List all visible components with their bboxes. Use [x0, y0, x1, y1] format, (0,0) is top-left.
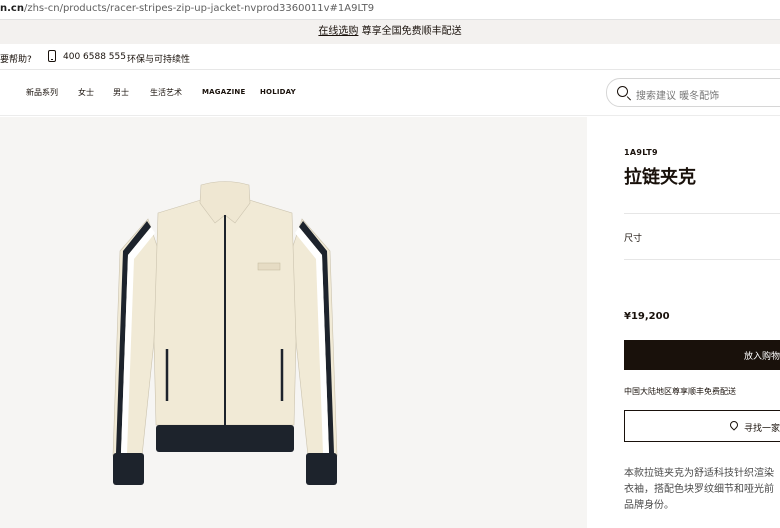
find-store-button[interactable]: 寻找一家 [624, 410, 780, 442]
nav-men[interactable]: 男士 [113, 87, 129, 98]
shipping-note: 中国大陆地区尊享顺丰免费配送 [624, 387, 736, 396]
promo-shop-online-link[interactable]: 在线选购 [318, 26, 358, 37]
size-selector[interactable]: 尺寸 [624, 231, 642, 244]
phone-number[interactable]: 400 6588 555 [63, 52, 126, 62]
description-line: 本款拉链夹克为舒适科技针织渲染 [624, 468, 774, 479]
product-info-panel: 1A9LT9 拉链夹克 尺寸 ¥19,200 放入购物 中国大陆地区尊享顺丰免费… [588, 117, 780, 528]
location-pin-icon [728, 419, 740, 431]
product-sku: 1A9LT9 [624, 148, 658, 157]
jacket-image[interactable] [110, 181, 340, 486]
utility-bar: 要帮助? 400 6588 555 环保与可持续性 [0, 44, 780, 70]
nav-new-collections[interactable]: 新品系列 [26, 87, 58, 98]
find-store-label: 寻找一家 [744, 424, 780, 434]
product-title: 拉链夹克 [624, 167, 696, 188]
product-image-area [0, 117, 587, 528]
promo-message: 尊享全国免费顺丰配送 [361, 26, 462, 37]
product-description: 本款拉链夹克为舒适科技针织渲染 衣袖，搭配色块罗纹细节和哑光前 品牌身份。 [624, 466, 780, 514]
nav-women[interactable]: 女士 [78, 87, 94, 98]
divider [624, 259, 780, 260]
help-link[interactable]: 要帮助? [0, 52, 32, 65]
url-text[interactable]: n.cn/zhs-cn/products/racer-stripes-zip-u… [0, 3, 374, 14]
product-price: ¥19,200 [624, 311, 670, 322]
chest-label [257, 262, 281, 271]
add-to-cart-button[interactable]: 放入购物 [624, 340, 780, 370]
description-line: 品牌身份。 [624, 500, 674, 511]
description-line: 衣袖，搭配色块罗纹细节和哑光前 [624, 484, 774, 495]
promo-banner: 在线选购 尊享全国免费顺丰配送 [0, 20, 780, 44]
divider [624, 213, 780, 214]
jacket-hem [156, 425, 294, 452]
search-icon [617, 86, 628, 97]
search-placeholder: 搜索建议 暖冬配饰 [636, 91, 720, 102]
right-cuff [306, 453, 337, 485]
add-to-cart-label: 放入购物 [744, 352, 780, 362]
main-nav: 新品系列 女士 男士 生活艺术 MAGAZINE HOLIDAY 搜索建议 暖冬… [0, 70, 780, 116]
sustainability-link[interactable]: 环保与可持续性 [127, 52, 190, 65]
left-cuff [113, 453, 144, 485]
browser-address-bar[interactable]: n.cn/zhs-cn/products/racer-stripes-zip-u… [0, 0, 780, 20]
nav-magazine[interactable]: MAGAZINE [202, 88, 245, 96]
phone-icon [48, 50, 56, 62]
search-box[interactable]: 搜索建议 暖冬配饰 [606, 78, 780, 107]
nav-holiday[interactable]: HOLIDAY [260, 88, 296, 96]
nav-art-of-living[interactable]: 生活艺术 [150, 87, 182, 98]
